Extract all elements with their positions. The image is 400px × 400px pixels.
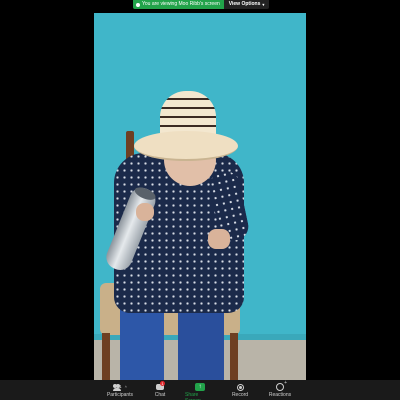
share-notice: You are viewing Moo Ribb's screen — [133, 0, 224, 9]
record-label: Record — [231, 392, 249, 398]
record-icon-wrap — [233, 382, 247, 392]
share-status-icon — [136, 2, 140, 7]
view-options-label: View Options — [228, 1, 261, 7]
reactions-button[interactable]: Reactions — [265, 380, 295, 398]
straw-hat-brim — [134, 131, 238, 161]
chat-label: Chat — [154, 392, 166, 398]
chevron-up-icon[interactable]: ˄ — [125, 384, 127, 390]
chat-unread-badge: 1 — [160, 381, 165, 386]
share-screen-icon: ↑ — [195, 383, 205, 391]
chat-button[interactable]: 1 Chat — [145, 381, 175, 398]
view-options-button[interactable]: View Options ▾ — [223, 0, 270, 9]
chevron-down-icon: ▾ — [262, 2, 265, 7]
left-hand — [136, 203, 154, 221]
reactions-icon — [276, 380, 287, 391]
participants-icon-group: 41 ˄ — [113, 382, 127, 392]
record-button[interactable]: Record — [225, 382, 255, 398]
zoom-meeting-window: You are viewing Moo Ribb's screen View O… — [0, 0, 400, 400]
chair-leg-right — [230, 333, 238, 380]
share-screen-button[interactable]: ↑ Share Screen — [185, 382, 215, 400]
meeting-toolbar: 41 ˄ Participants 1 Chat ↑ Share Screen … — [0, 380, 400, 400]
share-screen-label: Share Screen — [185, 392, 201, 400]
reactions-icon-wrap — [273, 380, 287, 392]
shared-video — [94, 13, 306, 380]
participants-label: Participants — [106, 392, 134, 398]
chair-leg-left — [102, 333, 110, 380]
participants-button[interactable]: 41 ˄ Participants — [105, 382, 135, 398]
people-icon — [113, 384, 121, 391]
share-notice-text: You are viewing Moo Ribb's screen — [142, 1, 220, 7]
screen-share-banner: You are viewing Moo Ribb's screen View O… — [133, 0, 270, 9]
right-hand — [208, 229, 230, 249]
share-icon-wrap: ↑ — [193, 382, 207, 392]
reactions-label: Reactions — [268, 392, 292, 398]
chat-icon: 1 — [156, 381, 165, 390]
chat-icon-wrap: 1 — [153, 381, 167, 392]
record-icon — [236, 383, 244, 391]
